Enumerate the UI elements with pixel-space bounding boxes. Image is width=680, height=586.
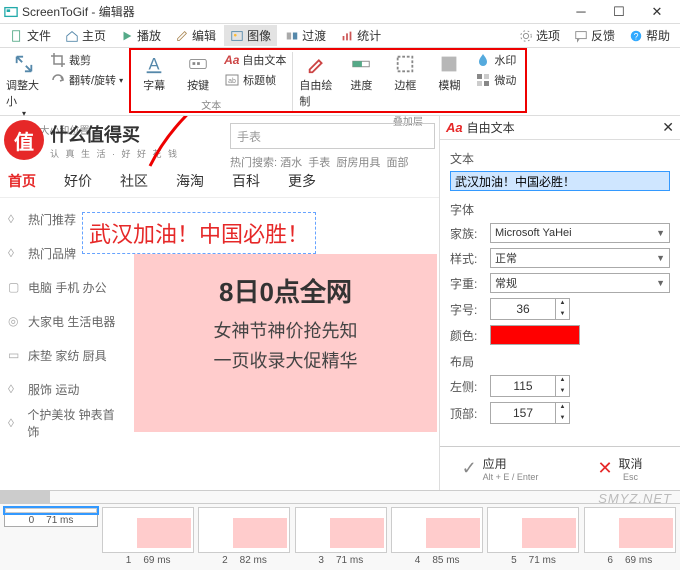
font-size-input[interactable]: 36▲▼ bbox=[490, 298, 570, 320]
menu-feedback[interactable]: 反馈 bbox=[568, 25, 621, 46]
resize-button[interactable]: 调整大小▾ bbox=[4, 51, 44, 120]
ribbon-group-overlay: 自由绘制 进度 边框 模糊 水印 微动 叠加层 bbox=[293, 48, 522, 115]
frame-thumbnail[interactable]: 571 ms bbox=[487, 507, 579, 567]
apply-button[interactable]: ✓应用Alt + E / Enter bbox=[440, 447, 560, 490]
panel-footer: ✓应用Alt + E / Enter ✕取消Esc bbox=[440, 446, 680, 490]
canvas-preview: 值 什么值得买 认 真 生 活 · 好 好 花 钱 手表 热门搜索: 酒水 手表… bbox=[0, 116, 440, 490]
ribbon-group-text: A字幕 按键 Aa自由文本 ab标题帧 文本 bbox=[130, 48, 292, 115]
titleframe-button[interactable]: ab标题帧 bbox=[222, 71, 288, 89]
maximize-button[interactable]: ☐ bbox=[600, 0, 638, 24]
ribbon-group-size: 调整大小▾ 裁剪 翻转/旋转▾ 大小和位置 bbox=[0, 48, 129, 115]
brand-slogan: 认 真 生 活 · 好 好 花 钱 bbox=[50, 147, 179, 160]
font-family-select[interactable]: Microsoft YaHei▼ bbox=[490, 223, 670, 243]
minimize-button[interactable]: ─ bbox=[562, 0, 600, 24]
menu-edit[interactable]: 编辑 bbox=[169, 25, 222, 46]
text-input[interactable] bbox=[450, 171, 670, 191]
ribbon: 调整大小▾ 裁剪 翻转/旋转▾ 大小和位置 A字幕 按键 Aa自由文本 ab标题… bbox=[0, 48, 680, 116]
panel-close-button[interactable]: ✕ bbox=[662, 119, 674, 136]
hot-searches: 热门搜索: 酒水 手表 厨房用具 面部 bbox=[230, 154, 409, 170]
tab-wiki[interactable]: 百科 bbox=[232, 171, 260, 191]
menu-transition[interactable]: 过渡 bbox=[279, 25, 332, 46]
frame-thumbnail[interactable]: 071 ms bbox=[4, 507, 98, 527]
font-weight-select[interactable]: 常规▼ bbox=[490, 273, 670, 293]
cat-item[interactable]: ▢电脑 手机 办公 bbox=[8, 270, 122, 304]
border-button[interactable]: 边框 bbox=[385, 51, 425, 111]
cat-item[interactable]: ◊个护美妆 钟表首饰 bbox=[8, 406, 122, 440]
freetext-icon: Aa bbox=[446, 120, 463, 135]
svg-text:ab: ab bbox=[228, 78, 236, 85]
menu-stats[interactable]: 统计 bbox=[334, 25, 387, 46]
brand-name: 什么值得买 bbox=[50, 121, 179, 147]
tab-community[interactable]: 社区 bbox=[120, 171, 148, 191]
caption-button[interactable]: A字幕 bbox=[134, 51, 174, 95]
frame-timeline: 071 ms 169 ms 282 ms 371 ms 485 ms 571 m… bbox=[0, 504, 680, 570]
cancel-button[interactable]: ✕取消Esc bbox=[560, 447, 680, 490]
frame-thumbnail[interactable]: 282 ms bbox=[198, 507, 290, 567]
frame-thumbnail[interactable]: 169 ms bbox=[102, 507, 194, 567]
cinemagraph-button[interactable]: 微动 bbox=[473, 71, 518, 89]
cat-item[interactable]: ◊服饰 运动 bbox=[8, 372, 122, 406]
titlebar: ScreenToGif - 编辑器 ─ ☐ ✕ bbox=[0, 0, 680, 24]
tab-deals[interactable]: 好价 bbox=[64, 171, 92, 191]
svg-text:?: ? bbox=[634, 31, 639, 41]
search-input[interactable]: 手表 bbox=[230, 123, 435, 149]
freetext-button[interactable]: Aa自由文本 bbox=[222, 51, 288, 69]
crop-button[interactable]: 裁剪 bbox=[48, 51, 125, 69]
frame-thumbnail[interactable]: 371 ms bbox=[295, 507, 387, 567]
progress-button[interactable]: 进度 bbox=[341, 51, 381, 111]
window-title: ScreenToGif - 编辑器 bbox=[22, 3, 562, 20]
cat-item[interactable]: ▭床垫 家纺 厨具 bbox=[8, 338, 122, 372]
tab-more[interactable]: 更多 bbox=[288, 171, 316, 191]
banner: 8日0点全网 女神节神价抢先知 一页收录大促精华 bbox=[134, 254, 437, 432]
menu-image[interactable]: 图像 bbox=[224, 25, 277, 46]
menu-help[interactable]: ?帮助 bbox=[623, 25, 676, 46]
menu-home[interactable]: 主页 bbox=[59, 25, 112, 46]
frame-thumbnail[interactable]: 669 ms bbox=[584, 507, 676, 567]
brand-logo: 值 bbox=[4, 120, 44, 160]
panel-header: Aa 自由文本 ✕ bbox=[440, 116, 680, 140]
menu-play[interactable]: 播放 bbox=[114, 25, 167, 46]
blur-button[interactable]: 模糊 bbox=[429, 51, 469, 111]
color-swatch[interactable] bbox=[490, 325, 580, 345]
close-button[interactable]: ✕ bbox=[638, 0, 676, 24]
tab-home[interactable]: 首页 bbox=[8, 171, 36, 191]
frame-thumbnail[interactable]: 485 ms bbox=[391, 507, 483, 567]
cat-item[interactable]: ◎大家电 生活电器 bbox=[8, 304, 122, 338]
freetext-panel: Aa 自由文本 ✕ 文本 字体 家族:Microsoft YaHei▼ 样式:正… bbox=[440, 116, 680, 490]
app-icon bbox=[4, 5, 18, 19]
watermark-button[interactable]: 水印 bbox=[473, 51, 518, 69]
freedraw-button[interactable]: 自由绘制 bbox=[297, 51, 337, 111]
font-style-select[interactable]: 正常▼ bbox=[490, 248, 670, 268]
svg-text:A: A bbox=[149, 56, 160, 74]
horizontal-scrollbar[interactable] bbox=[0, 490, 680, 504]
freetext-overlay[interactable]: 武汉加油！中国必胜！ bbox=[82, 212, 316, 254]
top-input[interactable]: 157▲▼ bbox=[490, 402, 570, 424]
watermark-text: SMYZ.NET bbox=[598, 491, 672, 506]
flip-button[interactable]: 翻转/旋转▾ bbox=[48, 71, 125, 89]
menu-options[interactable]: 选项 bbox=[513, 25, 566, 46]
menubar: 文件 主页 播放 编辑 图像 过渡 统计 选项 反馈 ?帮助 bbox=[0, 24, 680, 48]
tab-haitao[interactable]: 海淘 bbox=[176, 171, 204, 191]
keypress-button[interactable]: 按键 bbox=[178, 51, 218, 95]
content-area: 值 什么值得买 认 真 生 活 · 好 好 花 钱 手表 热门搜索: 酒水 手表… bbox=[0, 116, 680, 490]
left-input[interactable]: 115▲▼ bbox=[490, 375, 570, 397]
menu-file[interactable]: 文件 bbox=[4, 25, 57, 46]
